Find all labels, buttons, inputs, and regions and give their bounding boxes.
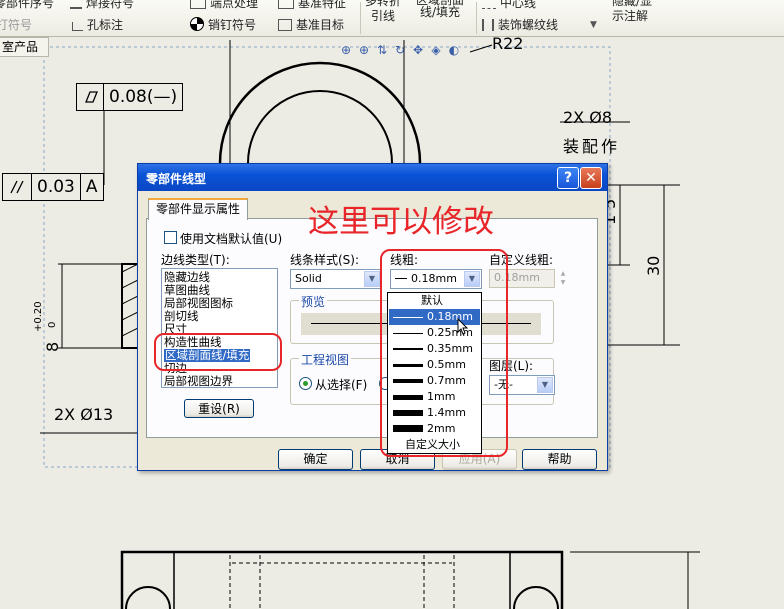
ribbon-separator bbox=[360, 2, 361, 34]
parallelism-tolerance: 0.03 bbox=[32, 174, 81, 200]
ribbon-hole-callout[interactable]: 孔标注 bbox=[72, 16, 123, 33]
tab-panel: 使用文档默认值(U) 边线类型(T): 隐藏边线 草图曲线 局部视图图标 剖切线… bbox=[146, 218, 598, 438]
line-style-label: 线条样式(S): bbox=[290, 253, 360, 267]
line-style-select[interactable]: Solid ▼ bbox=[290, 269, 382, 289]
assembly-note[interactable]: 装配作 bbox=[563, 133, 620, 157]
ribbon-multi-jog-label: 多转折引线 bbox=[364, 0, 401, 23]
ribbon-multi-jog-leader[interactable]: 多转折引线 bbox=[363, 0, 403, 24]
dim-2x-dia13[interactable]: 2X Ø13 bbox=[54, 405, 113, 424]
dim-8-lower-tol: 0 bbox=[47, 321, 58, 328]
ribbon-end-treatment[interactable]: 端点处理 bbox=[190, 0, 258, 11]
close-button[interactable]: ✕ bbox=[580, 167, 602, 189]
from-selection-radio[interactable] bbox=[299, 377, 312, 390]
zoom-area-icon[interactable]: ⊕ bbox=[356, 42, 372, 58]
edge-type-label: 边线类型(T): bbox=[161, 253, 230, 267]
ribbon-area-hatch[interactable]: 区域剖面线/填充 bbox=[410, 0, 470, 18]
ribbon-hide-show-annotations[interactable]: 隐藏/显示注解 bbox=[612, 0, 664, 24]
dialog-title: 零部件线型 bbox=[146, 172, 207, 186]
drawing-view-label: 工程视图 bbox=[299, 351, 352, 368]
highlight-edge-type bbox=[154, 333, 282, 371]
line-style-value: Solid bbox=[295, 272, 322, 285]
ribbon-area-hatch-label: 区域剖面线/填充 bbox=[415, 0, 464, 19]
title-help-button[interactable]: ? bbox=[557, 167, 579, 189]
zoom-fit-icon[interactable]: ⊕ bbox=[338, 42, 354, 58]
annotation-ribbon: 零部件序号 焊接符号 端点处理 基准特征 多转折引线 区域剖面线/填充 中心线 … bbox=[0, 0, 784, 37]
end-treatment-icon bbox=[190, 0, 206, 9]
highlight-thickness-list bbox=[380, 249, 508, 457]
view-orientation-icon[interactable]: ◈ bbox=[428, 42, 444, 58]
cosmetic-thread-icon bbox=[482, 19, 494, 31]
ribbon-cosmetic-thread[interactable]: 装饰螺纹线 bbox=[482, 16, 558, 33]
ok-button[interactable]: 确定 bbox=[278, 449, 353, 470]
ribbon-balloon[interactable]: 零部件序号 bbox=[0, 0, 54, 11]
tab-component-display[interactable]: 零部件显示属性 bbox=[148, 198, 248, 220]
ribbon-datum-target[interactable]: 基准目标 bbox=[278, 16, 344, 33]
datum-target-icon bbox=[278, 19, 292, 31]
ribbon-stamp-symbol-label: 打符号 bbox=[0, 18, 33, 32]
ribbon-end-treatment-label: 端点处理 bbox=[210, 0, 259, 10]
ribbon-weld-label: 焊接符号 bbox=[86, 0, 135, 10]
flatness-control-frame[interactable]: 0.08(—) bbox=[76, 83, 184, 111]
zoom-in-out-icon[interactable]: ⇅ bbox=[374, 42, 390, 58]
centerline-icon bbox=[482, 0, 496, 9]
flatness-tolerance: 0.08(—) bbox=[109, 87, 178, 107]
ribbon-hole-callout-label: 孔标注 bbox=[87, 18, 124, 32]
from-selection-label[interactable]: 从选择(F) bbox=[315, 376, 367, 393]
chevron-down-icon[interactable]: ▼ bbox=[537, 377, 553, 393]
use-doc-default-label[interactable]: 使用文档默认值(U) bbox=[180, 230, 282, 247]
flatness-symbol-icon bbox=[77, 84, 104, 110]
weld-symbol-icon bbox=[70, 0, 82, 9]
chevron-down-icon[interactable]: ▼ bbox=[364, 271, 380, 287]
ribbon-dowel-pin-label: 销钉符号 bbox=[208, 18, 257, 32]
dim-8[interactable]: 8 bbox=[43, 342, 62, 352]
help-button[interactable]: 帮助 bbox=[522, 449, 597, 470]
heads-up-view-toolbar: ⊕ ⊕ ⇅ ↻ ✥ ◈ ◐ bbox=[338, 42, 464, 60]
ribbon-dowel-pin[interactable]: 销钉符号 bbox=[190, 16, 256, 33]
mouse-cursor-icon bbox=[457, 318, 469, 335]
dim-2x-dia8[interactable]: 2X Ø8 bbox=[563, 108, 612, 127]
ribbon-more-dropdown[interactable]: ▼ bbox=[590, 20, 597, 30]
reset-button[interactable]: 重设(R) bbox=[184, 399, 254, 418]
rotate-icon[interactable]: ↻ bbox=[392, 42, 408, 58]
ribbon-datum-feature-label: 基准特征 bbox=[298, 0, 347, 10]
ribbon-balloon-label: 零部件序号 bbox=[0, 0, 55, 10]
parallelism-control-frame[interactable]: 0.03 A bbox=[2, 173, 104, 201]
list-item[interactable]: 局部视图边界 bbox=[164, 375, 233, 388]
ribbon-datum-target-label: 基准目标 bbox=[296, 18, 345, 32]
dim-8-upper-tol: +0.20 bbox=[33, 301, 44, 332]
dim-30[interactable]: 30 bbox=[644, 256, 663, 276]
display-style-icon[interactable]: ◐ bbox=[446, 42, 462, 58]
ribbon-cosmetic-thread-label: 装饰螺纹线 bbox=[498, 18, 559, 32]
annotation-text: 这里可以修改 bbox=[308, 204, 494, 240]
hole-callout-icon bbox=[72, 22, 83, 31]
datum-reference-a: A bbox=[85, 177, 98, 197]
ribbon-hide-show-label: 隐藏/显示注解 bbox=[612, 0, 653, 23]
spinner-arrows-icon: ▲ ▼ bbox=[560, 270, 566, 286]
ribbon-centerline-label: 中心线 bbox=[500, 0, 537, 10]
ribbon-stamp-symbol[interactable]: 打符号 bbox=[0, 16, 32, 33]
dialog-titlebar[interactable]: 零部件线型 ? ✕ bbox=[138, 164, 607, 191]
use-doc-default-checkbox[interactable] bbox=[164, 231, 177, 244]
preview-label: 预览 bbox=[299, 293, 328, 310]
datum-feature-icon bbox=[278, 0, 294, 9]
feature-tree-tab[interactable]: 室产品 bbox=[0, 37, 49, 57]
pan-icon[interactable]: ✥ bbox=[410, 42, 426, 58]
dowel-pin-symbol-icon bbox=[190, 17, 204, 31]
parallelism-symbol-icon bbox=[3, 174, 32, 200]
ribbon-weld-symbol[interactable]: 焊接符号 bbox=[70, 0, 134, 11]
ribbon-datum-feature[interactable]: 基准特征 bbox=[278, 0, 346, 11]
ribbon-centerline[interactable]: 中心线 bbox=[482, 0, 536, 11]
ribbon-separator bbox=[476, 2, 477, 34]
